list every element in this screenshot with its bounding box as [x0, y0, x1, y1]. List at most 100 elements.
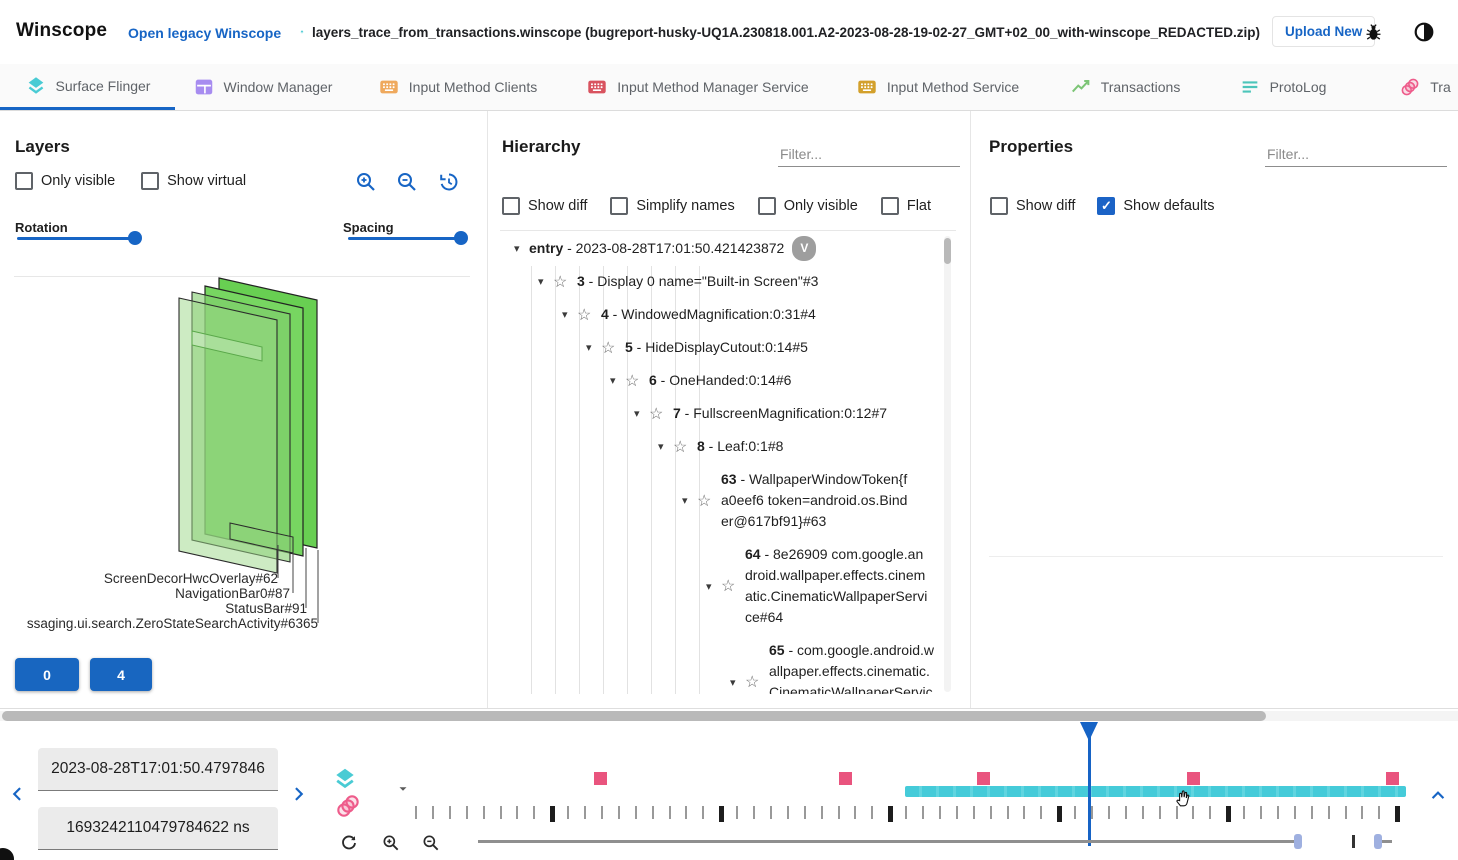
collapse-arrow-icon[interactable]: ▾	[538, 275, 553, 288]
collapse-arrow-icon[interactable]: ▾	[562, 308, 577, 321]
timeline-zoom-in-icon[interactable]	[381, 833, 401, 853]
star-icon[interactable]: ☆	[577, 305, 594, 325]
transition-event-marker[interactable]	[839, 772, 852, 785]
collapse-arrow-icon[interactable]: ▾	[682, 494, 697, 507]
star-icon[interactable]: ☆	[649, 404, 666, 424]
tab-window-manager[interactable]: Window Manager	[175, 64, 350, 110]
checkbox-box[interactable]	[610, 197, 628, 215]
tree-node-64[interactable]: ▾☆64 - 8e26909 com.google.android.wallpa…	[490, 538, 956, 634]
ruler-tick	[1378, 806, 1380, 819]
ruler-tick	[1007, 806, 1009, 819]
collapse-arrow-icon[interactable]: ▾	[634, 407, 649, 420]
ruler-tick	[601, 806, 603, 819]
tab-surface-flinger[interactable]: Surface Flinger	[0, 64, 175, 110]
timeline-scroll-thumb[interactable]	[2, 711, 1266, 721]
transitions-trace-icon[interactable]	[334, 792, 362, 820]
tab-input-method-manager-service[interactable]: Input Method Manager Service	[565, 64, 830, 110]
display-0-button[interactable]: 0	[15, 658, 79, 691]
hierarchy-scrollbar[interactable]	[944, 236, 951, 692]
checkbox-box[interactable]	[990, 197, 1008, 215]
ruler-tick	[1108, 806, 1110, 819]
star-icon[interactable]: ☆	[601, 338, 618, 358]
upload-new-button[interactable]: Upload New	[1272, 16, 1375, 47]
collapse-arrow-icon[interactable]: ▾	[730, 676, 745, 689]
timeline-cursor-handle[interactable]	[1080, 722, 1098, 741]
theme-toggle-icon[interactable]	[1412, 20, 1436, 44]
minimap-handle-right[interactable]	[1374, 834, 1382, 849]
layers-trace-icon[interactable]	[332, 766, 358, 792]
star-icon[interactable]: ☆	[673, 437, 690, 457]
minimap-track[interactable]	[478, 840, 1298, 843]
collapse-arrow-icon[interactable]: ▾	[706, 580, 721, 593]
minimap-position-marker	[1352, 835, 1355, 848]
tree-node-6[interactable]: ▾☆6 - OneHanded:0:14#6	[490, 364, 956, 397]
trace-coverage-band[interactable]	[905, 786, 1406, 797]
ruler-tick	[871, 806, 873, 819]
tree-node-7[interactable]: ▾☆ 7 - FullscreenMagnification:0:12#7	[490, 397, 956, 430]
tab-input-method-clients[interactable]: Input Method Clients	[350, 64, 565, 110]
tree-node-8[interactable]: ▾☆8 - Leaf:0:1#8	[490, 430, 956, 463]
tab-tra[interactable]: Tra	[1360, 64, 1458, 110]
trace-selector-caret-icon[interactable]	[396, 782, 410, 796]
bug-icon[interactable]	[1363, 22, 1384, 43]
ruler-tick	[550, 806, 555, 822]
next-entry-button[interactable]	[288, 784, 308, 804]
tree-node-entry[interactable]: ▾entry - 2023-08-28T17:01:50.421423872V	[490, 232, 956, 265]
tab-transactions[interactable]: Transactions	[1045, 64, 1205, 110]
properties-filter-input[interactable]	[1265, 142, 1447, 167]
tab-protolog[interactable]: ProtoLog	[1205, 64, 1360, 110]
checkbox-box[interactable]	[881, 197, 899, 215]
keyboard-icon-red	[586, 76, 608, 98]
tree-node-4[interactable]: ▾☆4 - WindowedMagnification:0:31#4	[490, 298, 956, 331]
checkbox-box[interactable]	[502, 197, 520, 215]
tree-node-63[interactable]: ▾☆63 - WallpaperWindowToken{fa0eef6 toke…	[490, 463, 956, 538]
collapse-arrow-icon[interactable]: ▾	[514, 242, 529, 255]
timestamp-ns-input[interactable]: 1693242110479784622 ns	[38, 807, 278, 850]
timeline-zoom-out-icon[interactable]	[421, 833, 441, 853]
timeline-refresh-icon[interactable]	[339, 833, 359, 853]
panel-divider	[970, 111, 971, 708]
hierarchy-checkbox-show-diff[interactable]: Show diff	[502, 197, 587, 215]
ruler-tick	[533, 806, 535, 819]
scrollbar-thumb[interactable]	[944, 238, 951, 264]
ruler-tick	[449, 806, 451, 819]
tab-input-method-service[interactable]: Input Method Service	[830, 64, 1045, 110]
transition-event-marker[interactable]	[977, 772, 990, 785]
hierarchy-checkbox-flat[interactable]: Flat	[881, 197, 931, 215]
star-icon[interactable]: ☆	[625, 371, 642, 391]
open-legacy-link[interactable]: Open legacy Winscope	[128, 25, 281, 41]
transition-event-marker[interactable]	[1386, 772, 1399, 785]
tree-node-label: 7 - FullscreenMagnification:0:12#7	[673, 403, 887, 424]
minimap-handle-left[interactable]	[1294, 834, 1302, 849]
tree-node-65[interactable]: ▾☆65 - com.google.android.wallpaper.effe…	[490, 634, 956, 694]
ruler-tick	[956, 806, 958, 819]
hierarchy-filter-input[interactable]	[778, 142, 960, 167]
display-4-button[interactable]: 4	[90, 658, 152, 691]
star-icon[interactable]: ☆	[697, 491, 714, 511]
checkbox-box[interactable]	[758, 197, 776, 215]
timestamp-human-input[interactable]: 2023-08-28T17:01:50.4797846	[38, 748, 278, 791]
hierarchy-checkbox-simplify-names[interactable]: Simplify names	[610, 197, 734, 215]
collapse-timeline-button[interactable]	[1428, 786, 1448, 806]
star-icon[interactable]: ☆	[553, 272, 570, 292]
hierarchy-checkbox-only-visible[interactable]: Only visible	[758, 197, 858, 215]
star-icon[interactable]: ☆	[745, 672, 762, 692]
tree-node-5[interactable]: ▾☆5 - HideDisplayCutout:0:14#5	[490, 331, 956, 364]
properties-checkbox-show-defaults[interactable]: ✓Show defaults	[1097, 197, 1214, 215]
star-icon[interactable]: ☆	[721, 576, 738, 596]
collapse-arrow-icon[interactable]: ▾	[586, 341, 601, 354]
transition-event-marker[interactable]	[594, 772, 607, 785]
ruler-tick	[939, 806, 941, 819]
collapse-arrow-icon[interactable]: ▾	[658, 440, 673, 453]
ruler-tick	[922, 806, 924, 819]
ruler-tick	[432, 806, 434, 819]
transactions-icon	[1070, 76, 1092, 98]
collapse-arrow-icon[interactable]: ▾	[610, 374, 625, 387]
prev-entry-button[interactable]	[8, 784, 28, 804]
transition-event-marker[interactable]	[1187, 772, 1200, 785]
properties-checkbox-show-diff[interactable]: Show diff	[990, 197, 1075, 215]
checkbox-label: Simplify names	[636, 198, 734, 214]
ruler-tick	[821, 806, 823, 819]
tree-node-3[interactable]: ▾☆3 - Display 0 name="Built-in Screen"#3	[490, 265, 956, 298]
checkbox-box[interactable]: ✓	[1097, 197, 1115, 215]
